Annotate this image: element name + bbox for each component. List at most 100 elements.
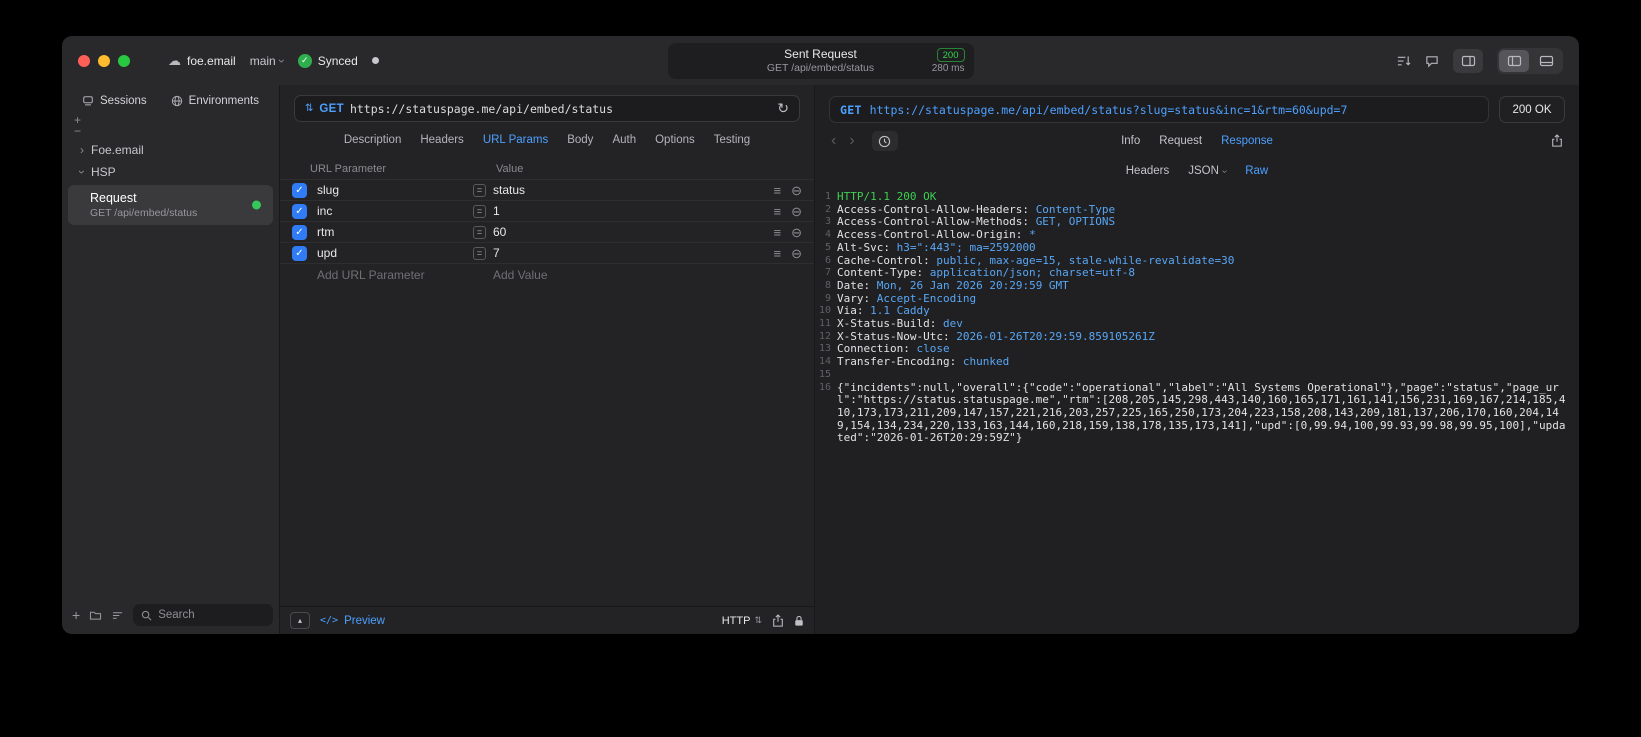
equals-icon: = [473,183,486,197]
request-tab-auth[interactable]: Auth [612,134,636,146]
search-input[interactable]: Search [133,604,273,626]
response-url: https://statuspage.me/api/embed/status?s… [869,102,1348,117]
response-nav-bar: ‹ › Info Request Response [815,123,1579,159]
app-window: ☁ foe.email main › ✓ Synced Sent Request… [62,36,1579,634]
response-tab-info[interactable]: Info [1121,135,1140,147]
equals-icon: = [473,225,486,239]
sidebar-request-item[interactable]: Request GET /api/embed/status [68,185,273,225]
request-tab-body[interactable]: Body [567,134,593,146]
param-name-field[interactable]: upd [317,246,473,260]
console-toggle-button[interactable]: ▴ [290,612,310,629]
remove-param-icon[interactable]: ⊖ [791,184,802,197]
new-folder-icon[interactable] [89,610,102,621]
request-method[interactable]: GET [319,103,344,115]
history-back-icon[interactable]: ‹ [831,133,836,149]
param-value-field[interactable]: 1 [493,204,774,218]
request-tab-options[interactable]: Options [655,134,695,146]
layout-segmented-control [1497,47,1563,74]
request-status-pill[interactable]: Sent Request GET /api/embed/status 200 2… [667,43,974,79]
bottom-panel-toggle-icon[interactable] [1531,50,1561,72]
panel-layout-toggle-icon[interactable] [1453,48,1483,73]
param-name-field[interactable]: inc [317,204,473,218]
sidebar-collapse-icon[interactable]: − [74,125,279,137]
remove-param-icon[interactable]: ⊖ [791,247,802,260]
add-param-row[interactable]: Add URL Parameter Add Value [280,264,814,285]
param-checkbox[interactable]: ✓ [292,182,307,198]
param-value-field[interactable]: 7 [493,246,774,260]
traffic-lights [78,54,130,67]
request-tab-testing[interactable]: Testing [714,134,750,146]
zoom-window-button[interactable] [118,54,130,67]
sidebar-toggle-icon[interactable] [1499,49,1529,72]
response-subtabs: Headers JSON › Raw [815,159,1579,183]
add-param-placeholder[interactable]: Add URL Parameter [317,268,493,282]
param-row: ✓ inc = 1 ≡ ⊖ [280,201,814,222]
response-tab-response[interactable]: Response [1221,135,1273,147]
feedback-comment-icon[interactable] [1425,54,1439,68]
sync-status[interactable]: ✓ Synced [297,53,358,68]
code-line: 14 Transfer-Encoding: chunked [818,355,1010,369]
response-raw-code[interactable]: 1 HTTP/1.1 200 OK 2 Access-Control-Allow-He… [815,183,1579,634]
method-selector-icon[interactable]: ⇅ [305,103,313,114]
refresh-icon[interactable]: ↻ [777,100,789,117]
request-status-dot [252,200,261,210]
sidebar-add-icon[interactable]: + [74,114,279,126]
import-export-icon[interactable] [1396,54,1411,68]
history-forward-icon[interactable]: › [849,133,854,149]
equals-icon: = [473,204,486,218]
request-url[interactable]: https://statuspage.me/api/embed/status [350,102,613,116]
request-tab-url-params[interactable]: URL Params [483,134,548,146]
titlebar: ☁ foe.email main › ✓ Synced Sent Request… [62,36,1579,85]
project-switcher[interactable]: ☁ foe.email [168,54,236,68]
response-subtab-headers[interactable]: Headers [1126,165,1169,177]
param-checkbox[interactable]: ✓ [292,203,307,219]
response-subtab-json[interactable]: JSON › [1188,165,1230,177]
sent-request-title: Sent Request [784,47,857,61]
updown-chevrons-icon: ⇅ [754,615,762,625]
close-window-button[interactable] [78,54,90,67]
tab-sessions[interactable]: Sessions [82,95,147,107]
sort-filter-icon[interactable] [111,610,124,621]
param-value-field[interactable]: status [493,183,774,197]
minimize-window-button[interactable] [98,54,110,67]
request-footer-bar: ▴ </> Preview HTTP ⇅ [280,606,814,634]
reorder-handle-icon[interactable]: ≡ [774,226,782,239]
params-table-header: URL Parameter Value [280,158,814,180]
request-tab-description[interactable]: Description [344,134,402,146]
response-tab-request[interactable]: Request [1159,135,1202,147]
request-tab-headers[interactable]: Headers [420,134,463,146]
add-request-icon[interactable]: + [72,608,80,622]
request-url-bar[interactable]: ⇅ GET https://statuspage.me/api/embed/st… [294,95,800,122]
param-checkbox[interactable]: ✓ [292,245,307,261]
branch-selector[interactable]: main › [250,54,289,68]
chevron-down-icon[interactable]: › [75,170,89,174]
chevron-down-icon: › [274,58,289,63]
request-item-title: Request [90,191,137,205]
param-value-field[interactable]: 60 [493,225,774,239]
sidebar-bottom-bar: + Search [72,604,273,626]
code-line: 16 {"incidents":null,"overall":{"code":"o… [818,380,1566,445]
remove-param-icon[interactable]: ⊖ [791,205,802,218]
remove-param-icon[interactable]: ⊖ [791,226,802,239]
param-name-field[interactable]: slug [317,183,473,197]
reorder-handle-icon[interactable]: ≡ [774,205,782,218]
tree-item-hsp[interactable]: › HSP [62,161,279,183]
tree-item-foe-email[interactable]: › Foe.email [62,139,279,161]
param-name-field[interactable]: rtm [317,225,473,239]
protocol-selector[interactable]: HTTP ⇅ [722,615,762,627]
preview-button[interactable]: </> Preview [320,615,385,627]
tab-environments[interactable]: Environments [171,95,259,107]
response-request-url-bar[interactable]: GET https://statuspage.me/api/embed/stat… [829,96,1489,123]
chevron-right-icon[interactable]: › [80,144,84,156]
lock-icon[interactable] [794,615,804,627]
add-value-placeholder[interactable]: Add Value [493,268,802,282]
history-clock-button[interactable] [871,131,898,151]
response-tabs: Info Request Response [1121,135,1273,147]
share-icon[interactable] [772,613,784,628]
export-response-icon[interactable] [1551,134,1563,148]
reorder-handle-icon[interactable]: ≡ [774,184,782,197]
sessions-icon [82,95,94,107]
response-subtab-raw[interactable]: Raw [1245,165,1268,177]
reorder-handle-icon[interactable]: ≡ [774,247,782,260]
param-checkbox[interactable]: ✓ [292,224,307,240]
